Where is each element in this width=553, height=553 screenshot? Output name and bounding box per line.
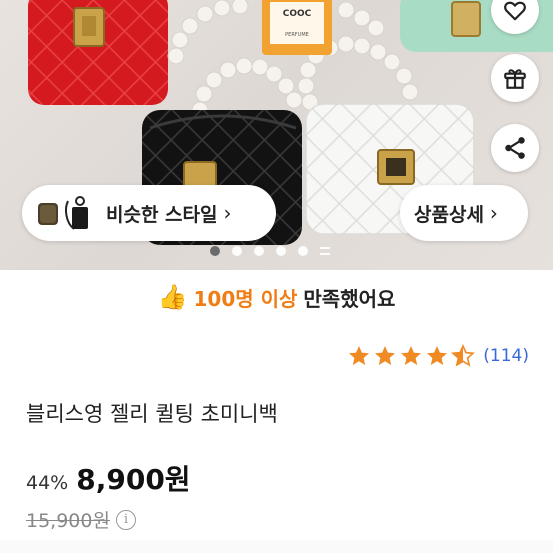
- discount-rate: 44%: [26, 472, 69, 494]
- gift-icon: [504, 69, 526, 89]
- share-button[interactable]: [491, 124, 539, 172]
- carousel-indicator: [210, 246, 330, 256]
- red-bag: [28, 0, 168, 105]
- carousel-more-icon: [320, 247, 330, 255]
- sale-price: 8,900원: [76, 463, 191, 496]
- svg-text:PERFUME: PERFUME: [285, 32, 309, 38]
- product-image[interactable]: COOC PERFUME 비슷한 스타일 › 상품상세 ›: [0, 0, 553, 270]
- perfume-bottle: COOC PERFUME: [262, 0, 332, 55]
- review-count[interactable]: (114): [483, 346, 529, 366]
- star-half-icon: [451, 344, 476, 367]
- satisfaction-count: 100명 이상: [193, 286, 298, 311]
- gift-button[interactable]: [491, 54, 539, 102]
- star-full-icon: [349, 346, 370, 365]
- thumbs-up-icon: 👍: [157, 283, 188, 311]
- rating[interactable]: (114): [347, 344, 529, 368]
- share-icon: [505, 137, 525, 159]
- star-full-icon: [401, 346, 422, 365]
- price-row: 44% 8,900원: [26, 458, 191, 498]
- original-price: 15,900원: [26, 510, 110, 532]
- carousel-dot[interactable]: [254, 246, 264, 256]
- svg-text:COOC: COOC: [283, 9, 312, 19]
- carousel-dot[interactable]: [210, 246, 220, 256]
- carousel-dot[interactable]: [298, 246, 308, 256]
- star-full-icon: [427, 346, 448, 365]
- section-divider: [0, 540, 553, 553]
- product-title: 블리스영 젤리 퀼팅 초미니백: [26, 402, 278, 426]
- star-full-icon: [375, 346, 396, 365]
- info-icon[interactable]: i: [115, 509, 136, 530]
- product-detail-label: 상품상세: [414, 203, 484, 226]
- similar-style-label: 비슷한 스타일: [106, 203, 218, 226]
- chevron-right-icon: ›: [223, 201, 232, 225]
- similar-style-thumbnail: [38, 196, 88, 230]
- heart-icon: [504, 1, 526, 21]
- carousel-dot[interactable]: [276, 246, 286, 256]
- carousel-dot[interactable]: [232, 246, 242, 256]
- similar-style-button[interactable]: 비슷한 스타일 ›: [22, 185, 276, 241]
- satisfaction-banner: 👍 100명 이상 만족했어요: [0, 278, 553, 316]
- chevron-right-icon: ›: [489, 201, 498, 225]
- original-price-row: 15,900원 i: [26, 506, 136, 533]
- satisfaction-text: 만족했어요: [303, 286, 396, 311]
- product-detail-button[interactable]: 상품상세 ›: [400, 185, 528, 241]
